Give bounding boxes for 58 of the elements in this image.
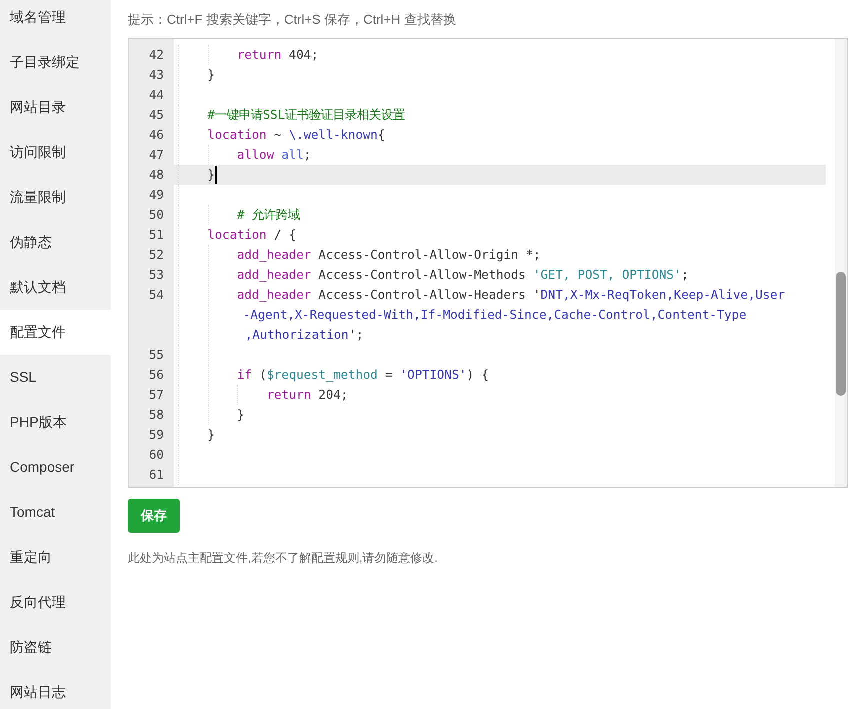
sidebar-item[interactable]: SSL — [0, 355, 111, 400]
line-number: 43 — [149, 68, 164, 82]
code-line: -Agent,X-Requested-With,If-Modified-Since,Cache-Control,Content-Type — [242, 307, 747, 324]
code-line: add_header Access-Control-Allow-Methods 'GET, POST, OPTIONS'; — [236, 267, 689, 284]
code-editor[interactable] — [128, 38, 848, 488]
code-line: allow all; — [236, 147, 312, 164]
sidebar-item[interactable]: 网站目录 — [0, 85, 111, 130]
line-number: 56 — [149, 368, 164, 382]
sidebar-item[interactable]: 默认文档 — [0, 265, 111, 310]
line-number: 53 — [149, 268, 164, 282]
line-number: 44 — [149, 88, 164, 102]
scrollbar[interactable] — [835, 39, 847, 487]
sidebar-item[interactable]: Tomcat — [0, 490, 111, 535]
line-number: 50 — [149, 208, 164, 222]
scrollbar-thumb[interactable] — [836, 272, 846, 396]
sidebar-item[interactable]: 配置文件 — [0, 310, 111, 355]
code-line: add_header Access-Control-Allow-Origin *; — [236, 247, 541, 264]
sidebar-item[interactable]: 域名管理 — [0, 0, 111, 40]
sidebar-item[interactable]: 子目录绑定 — [0, 40, 111, 85]
sidebar-item[interactable]: Composer — [0, 445, 111, 490]
code-line: } — [206, 67, 216, 84]
code-line: return 404; — [236, 47, 319, 64]
code-line: } — [206, 167, 216, 184]
code-line: } — [206, 427, 216, 444]
sidebar-item[interactable]: 访问限制 — [0, 130, 111, 175]
code-line: return 204; — [266, 387, 348, 404]
code-line: # 允许跨域 — [236, 207, 300, 224]
note-text: 此处为站点主配置文件,若您不了解配置规则,请勿随意修改. — [128, 550, 440, 567]
line-number: 60 — [149, 448, 164, 462]
sidebar-item[interactable]: 伪静态 — [0, 220, 111, 265]
sidebar-item[interactable]: 反向代理 — [0, 580, 111, 625]
line-number: 59 — [149, 428, 164, 442]
line-number: 42 — [149, 48, 164, 62]
line-number: 46 — [149, 128, 164, 142]
line-number: 55 — [149, 348, 164, 362]
code-line: if ($request_method = 'OPTIONS') { — [236, 367, 489, 384]
code-line: #一键申请SSL证书验证目录相关设置 — [206, 107, 406, 124]
sidebar-item[interactable]: PHP版本 — [0, 400, 111, 445]
hint-text: 提示：Ctrl+F 搜索关键字，Ctrl+S 保存，Ctrl+H 查找替换 — [128, 11, 458, 29]
sidebar-item[interactable]: 防盗链 — [0, 625, 111, 670]
line-number: 58 — [149, 408, 164, 422]
code-line: location / { — [206, 227, 296, 244]
sidebar-item[interactable]: 流量限制 — [0, 175, 111, 220]
line-number: 47 — [149, 148, 164, 162]
line-number: 54 — [149, 288, 164, 302]
sidebar-item[interactable]: 重定向 — [0, 535, 111, 580]
line-number: 51 — [149, 228, 164, 242]
line-number: 45 — [149, 108, 164, 122]
line-number: 48 — [149, 168, 164, 182]
line-number: 52 — [149, 248, 164, 262]
line-number: 57 — [149, 388, 164, 402]
line-number: 49 — [149, 188, 164, 202]
code-line: ,Authorization'; — [244, 327, 364, 344]
line-number: 61 — [149, 468, 164, 482]
sidebar-item[interactable]: 网站日志 — [0, 670, 111, 709]
code-line: location ~ \.well-known{ — [206, 127, 386, 144]
code-line: } — [236, 407, 245, 424]
code-line: add_header Access-Control-Allow-Headers 'DNT,X-Mx-ReqToken,Keep-Alive,User — [236, 287, 786, 304]
